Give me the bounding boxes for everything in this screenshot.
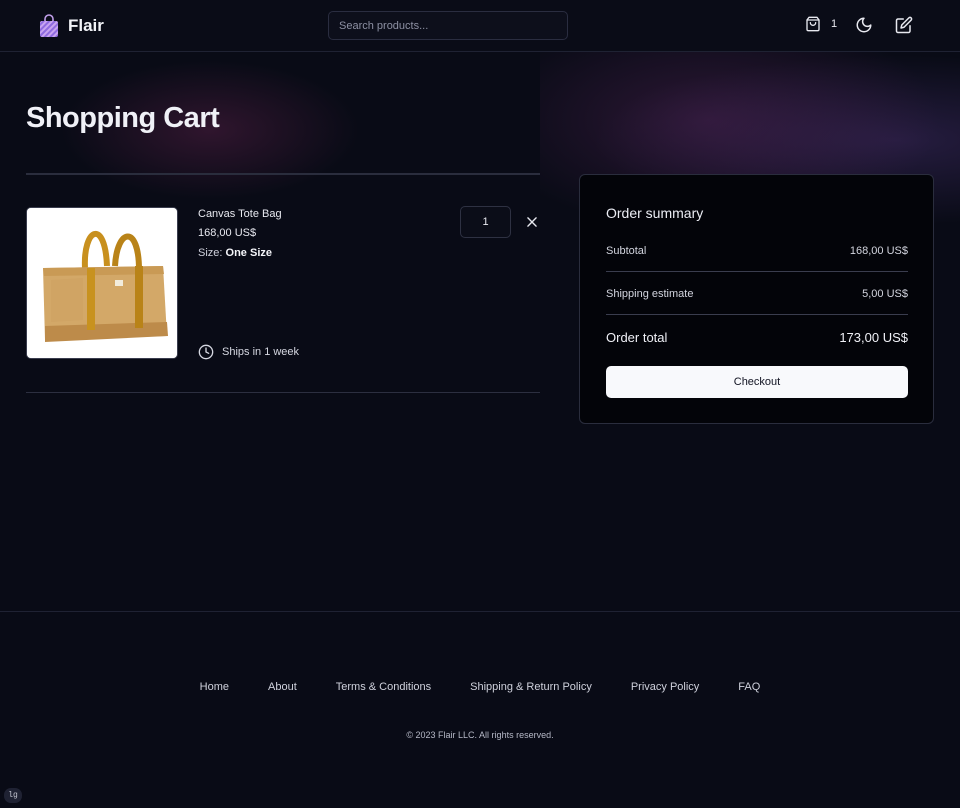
cart-count-badge: 1 bbox=[831, 18, 838, 30]
quantity-input[interactable] bbox=[460, 206, 511, 238]
product-size: Size: One Size bbox=[198, 247, 272, 259]
checkout-button[interactable]: Checkout bbox=[606, 366, 908, 398]
brand-logo-link[interactable]: Flair bbox=[38, 14, 104, 38]
cart-top-divider bbox=[26, 173, 540, 175]
breakpoint-badge: lg bbox=[4, 788, 22, 803]
shipping-note: Ships in 1 week bbox=[198, 344, 299, 360]
shipping-note-text: Ships in 1 week bbox=[222, 346, 300, 358]
cart-icon bbox=[806, 16, 820, 32]
order-total-label: Order total bbox=[606, 330, 668, 345]
summary-divider bbox=[606, 314, 908, 315]
shopping-bag-logo-icon bbox=[40, 14, 58, 37]
edit-icon[interactable] bbox=[895, 16, 913, 34]
size-label: Size: bbox=[198, 247, 223, 259]
size-value: One Size bbox=[225, 247, 272, 259]
order-total-row: Order total 173,00 US$ bbox=[606, 330, 908, 345]
footer-link-faq[interactable]: FAQ bbox=[738, 681, 760, 693]
top-navbar: Flair 1 bbox=[0, 0, 960, 52]
clock-icon bbox=[198, 344, 214, 360]
subtotal-value: 168,00 US$ bbox=[849, 245, 908, 257]
footer-link-about[interactable]: About bbox=[268, 681, 297, 693]
shipping-estimate-label: Shipping estimate bbox=[606, 288, 694, 300]
close-icon[interactable] bbox=[525, 215, 539, 229]
subtotal-row: Subtotal 168,00 US$ bbox=[606, 245, 908, 257]
search-input[interactable] bbox=[328, 11, 568, 40]
product-name[interactable]: Canvas Tote Bag bbox=[198, 208, 282, 220]
order-summary-title: Order summary bbox=[606, 205, 704, 221]
moon-icon[interactable] bbox=[855, 16, 873, 34]
cart-bottom-divider bbox=[26, 392, 540, 393]
footer-link-privacy[interactable]: Privacy Policy bbox=[631, 681, 699, 693]
copyright-text: © 2023 Flair LLC. All rights reserved. bbox=[406, 730, 554, 740]
shipping-estimate-value: 5,00 US$ bbox=[862, 288, 908, 300]
footer-nav: Home About Terms & Conditions Shipping &… bbox=[0, 681, 960, 693]
subtotal-label: Subtotal bbox=[606, 245, 647, 257]
cart-button[interactable]: 1 bbox=[805, 16, 837, 32]
footer-link-home[interactable]: Home bbox=[200, 681, 229, 693]
site-footer: Home About Terms & Conditions Shipping &… bbox=[0, 611, 960, 808]
tote-bag-image bbox=[27, 208, 177, 358]
product-image[interactable] bbox=[26, 207, 178, 359]
order-summary-panel: Order summary Subtotal 168,00 US$ Shippi… bbox=[579, 174, 934, 424]
summary-divider bbox=[606, 271, 908, 272]
order-total-value: 173,00 US$ bbox=[839, 330, 908, 345]
page-title: Shopping Cart bbox=[26, 102, 220, 134]
brand-name: Flair bbox=[68, 16, 104, 35]
product-price: 168,00 US$ bbox=[198, 227, 257, 239]
footer-link-shipping-return[interactable]: Shipping & Return Policy bbox=[470, 681, 592, 693]
footer-link-terms[interactable]: Terms & Conditions bbox=[336, 681, 431, 693]
shipping-estimate-row: Shipping estimate 5,00 US$ bbox=[606, 288, 908, 300]
